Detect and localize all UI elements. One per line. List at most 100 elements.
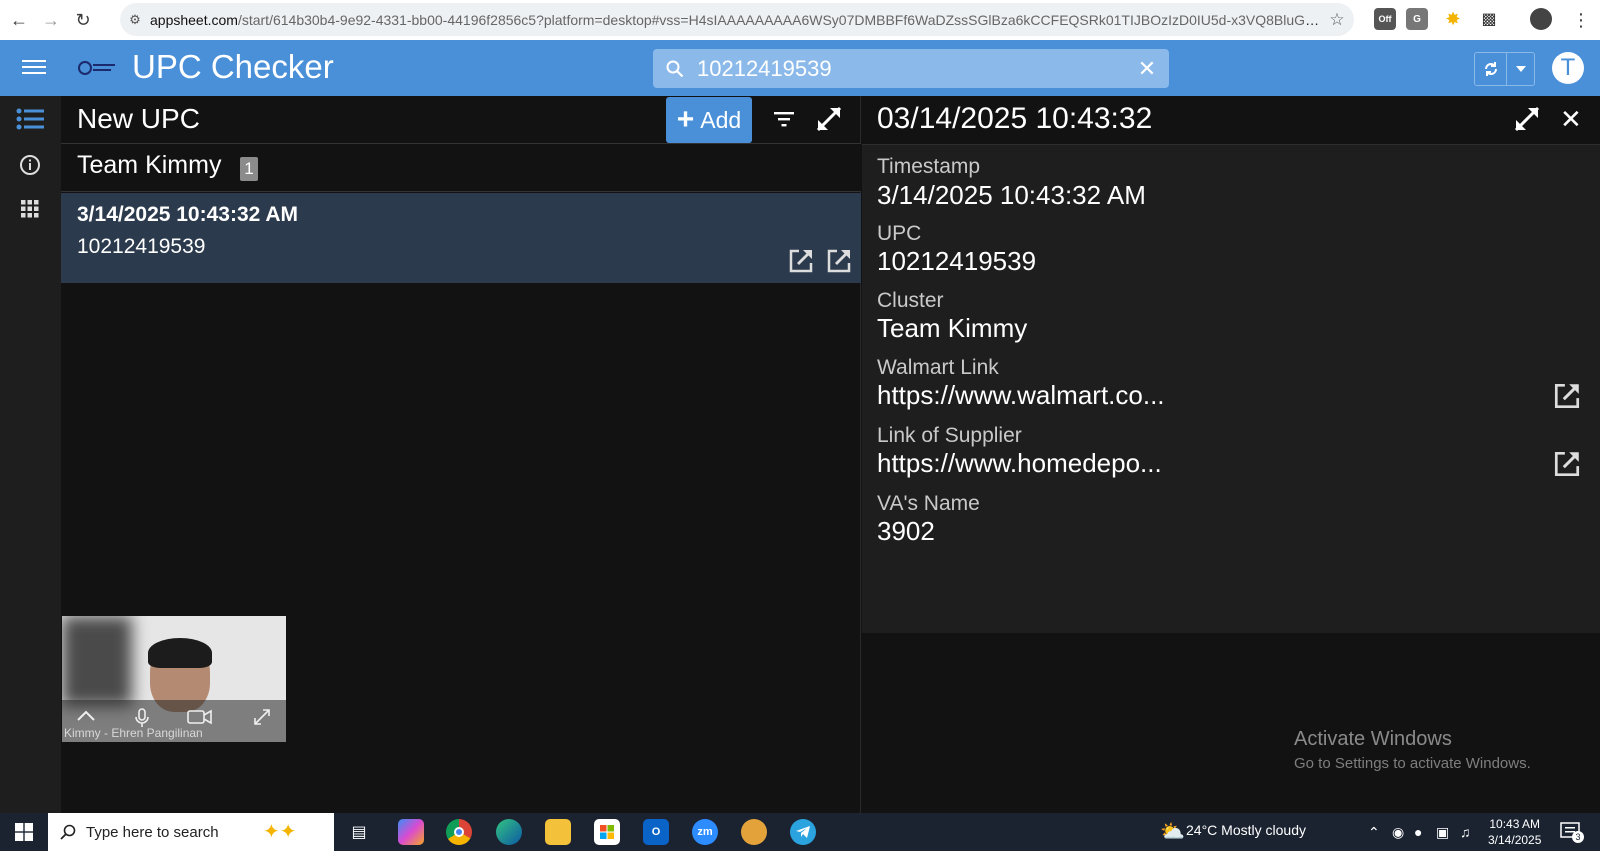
user-avatar[interactable]: T [1552,52,1584,84]
extensions-puzzle-icon[interactable]: ▩ [1478,8,1500,30]
search-input[interactable]: 10212419539 [697,56,1125,82]
video-call-window[interactable]: Kimmy - Ehren Pangilinan [62,616,286,742]
field-label-upc: UPC [877,222,922,245]
weather-cloud-icon: ⛅ [1160,821,1185,843]
clear-search-icon[interactable]: ✕ [1125,56,1169,82]
clock-date: 3/14/2025 [1488,833,1542,847]
group-name: Team Kimmy [77,151,222,179]
open-supplier-link-icon[interactable] [825,247,853,275]
field-label-timestamp: Timestamp [877,155,981,178]
field-label-va-name: VA's Name [877,492,980,515]
sparkle-icon: ✦✦ [263,821,297,843]
extension-off-icon[interactable]: Off [1374,8,1396,30]
telegram-icon[interactable] [790,819,816,845]
browser-toolbar: ← → ↻ ⚙ appsheet.com/start/614b30b4-9e92… [0,0,1600,40]
windows-taskbar: Type here to search ✦✦ ▤ O zm ⛅ 24°C Mos… [0,813,1600,851]
taskbar-search[interactable]: Type here to search ✦✦ [48,813,334,851]
info-icon[interactable] [15,150,45,180]
row-timestamp: 3/14/2025 10:43:32 AM [77,203,299,226]
sync-button-group [1474,52,1535,86]
app-bar: UPC Checker 10212419539 ✕ T [0,40,1600,96]
video-background [62,616,132,706]
list-header: New UPC + Add [61,96,861,144]
fullscreen-icon[interactable] [253,708,271,731]
chevron-up-icon[interactable] [76,708,96,727]
plus-icon: + [676,103,695,136]
address-bar[interactable]: ⚙ appsheet.com/start/614b30b4-9e92-4331-… [120,3,1354,36]
field-label-cluster: Cluster [877,289,944,312]
detail-pane: 03/14/2025 10:43:32 ✕ Timestamp 3/14/202… [862,96,1600,813]
taskbar-search-icon [60,824,76,840]
field-value-upc: 10212419539 [877,246,1037,276]
close-icon[interactable]: ✕ [1560,104,1582,135]
row-upc: 10212419539 [77,235,206,258]
field-value-timestamp: 3/14/2025 10:43:32 AM [877,180,1146,210]
microsoft-store-icon[interactable] [594,819,620,845]
apps-grid-icon[interactable] [15,194,45,224]
app-title: UPC Checker [132,48,334,85]
field-label-walmart-link: Walmart Link [877,356,999,379]
game-app-icon[interactable] [741,819,767,845]
clock-time: 10:43 AM [1489,817,1541,831]
field-value-cluster: Team Kimmy [877,313,1028,343]
app-logo [77,58,117,78]
open-walmart-link-icon[interactable] [1552,381,1582,411]
menu-icon[interactable] [22,56,46,80]
expand-detail-icon[interactable] [1514,106,1540,137]
search-icon [653,60,697,78]
back-icon[interactable]: ← [6,7,32,33]
video-person-hair [148,638,212,668]
activate-windows-subtitle: Go to Settings to activate Windows. [1294,755,1531,772]
field-value-va-name: 3902 [877,516,935,546]
weather-text[interactable]: 24°C Mostly cloudy [1186,822,1306,838]
search-box[interactable]: 10212419539 ✕ [653,49,1169,88]
notification-count-badge: 3 [1572,831,1584,843]
group-count-badge: 1 [240,157,258,181]
browser-menu-icon[interactable]: ⋮ [1568,7,1594,33]
outlook-icon[interactable]: O [643,819,669,845]
detail-header: 03/14/2025 10:43:32 ✕ [862,96,1600,145]
forward-icon[interactable]: → [38,7,64,33]
site-info-icon[interactable]: ⚙ [120,12,150,28]
list-view-icon[interactable] [15,104,45,134]
open-walmart-link-icon[interactable] [787,247,815,275]
left-nav-rail [0,96,61,813]
tray-meet-icon[interactable]: ◉ [1392,824,1404,841]
field-value-supplier-link[interactable]: https://www.homedepo... [877,448,1162,479]
file-explorer-icon[interactable] [545,819,571,845]
activate-windows-title: Activate Windows [1294,728,1452,750]
task-view-icon[interactable]: ▤ [346,819,372,845]
video-caller-name: Kimmy - Ehren Pangilinan [64,726,203,740]
tray-volume-icon[interactable]: ♫ [1460,824,1471,840]
detail-fields: Timestamp 3/14/2025 10:43:32 AM UPC 1021… [862,145,1600,633]
chrome-icon[interactable] [446,819,472,845]
field-label-supplier-link: Link of Supplier [877,424,1022,447]
copilot-icon[interactable] [398,819,424,845]
open-supplier-link-icon[interactable] [1552,449,1582,479]
tray-microphone-icon[interactable]: ● [1414,824,1422,840]
sync-dropdown-icon[interactable] [1507,53,1534,85]
tray-chevron-up-icon[interactable]: ⌃ [1368,824,1380,841]
taskbar-clock[interactable]: 10:43 AM 3/14/2025 [1488,816,1541,848]
notifications-icon[interactable]: 3 [1560,821,1584,843]
extension-g-icon[interactable]: G [1406,8,1428,30]
detail-title: 03/14/2025 10:43:32 [877,102,1153,135]
extension-sun-icon[interactable]: ✸ [1442,8,1464,30]
bookmark-star-icon[interactable]: ☆ [1320,10,1354,30]
profile-avatar-icon[interactable] [1530,8,1552,30]
taskbar-search-placeholder: Type here to search [86,823,219,841]
sync-icon[interactable] [1475,53,1507,85]
list-item[interactable]: 3/14/2025 10:43:32 AM 10212419539 [61,193,861,283]
add-button-label: Add [700,106,742,133]
url-text: appsheet.com/start/614b30b4-9e92-4331-bb… [150,11,1320,28]
reload-icon[interactable]: ↻ [70,7,96,33]
tray-network-icon[interactable]: ▣ [1436,824,1449,841]
edge-icon[interactable] [496,819,522,845]
expand-icon[interactable] [816,106,842,137]
group-header[interactable]: Team Kimmy 1 [61,144,861,192]
windows-start-icon[interactable] [0,813,48,851]
field-value-walmart-link[interactable]: https://www.walmart.co... [877,380,1165,411]
zoom-icon[interactable]: zm [692,819,718,845]
filter-icon[interactable] [773,108,795,135]
add-button[interactable]: + Add [666,97,752,143]
